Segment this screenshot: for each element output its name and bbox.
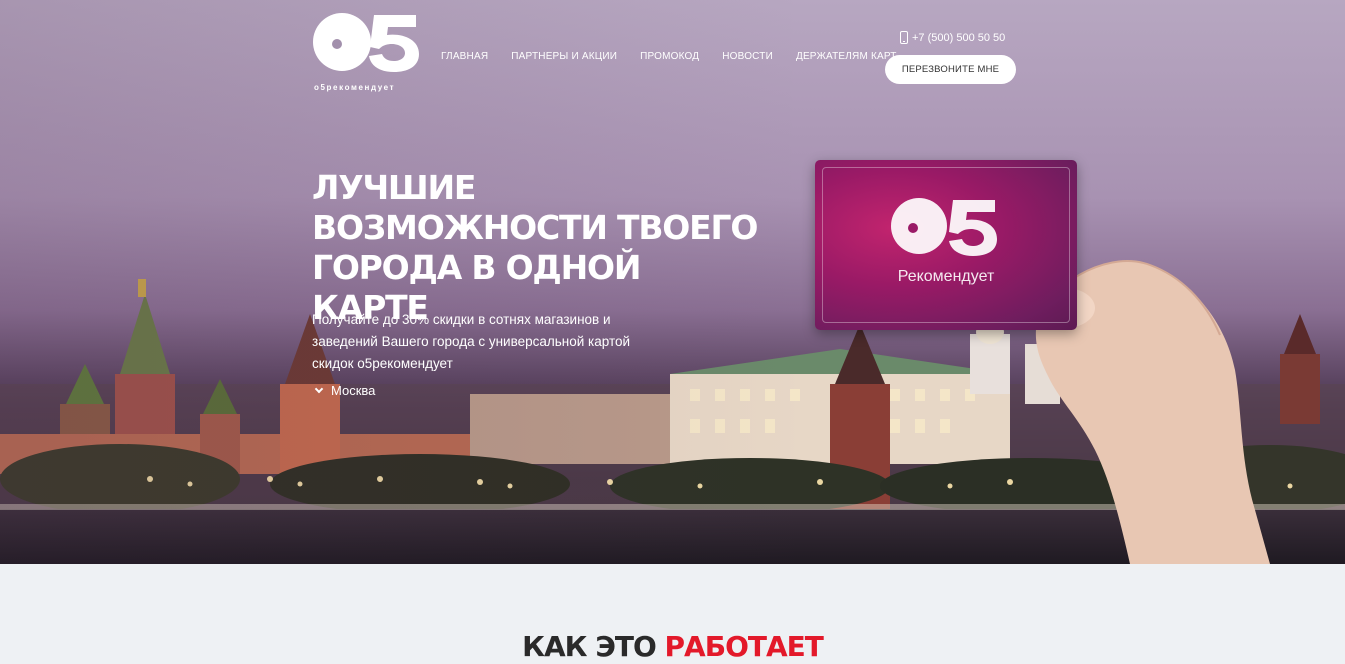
main-nav: Главная Партнеры и акции Промокод Новост… [441,51,897,62]
logo-subtitle: o5рекомендует [314,83,396,92]
discount-card-image: Рекомендует [815,160,1077,330]
card-logo-icon [891,198,997,256]
callback-button[interactable]: Перезвоните мне [885,55,1016,84]
site-logo[interactable]: o5рекомендует [312,12,420,92]
how-it-works-section: Как это работает [0,564,1345,664]
chevron-down-icon [314,384,324,393]
city-selector[interactable]: Москва [314,383,376,398]
phone-icon [900,31,908,44]
hero-description: Получайте до 30% скидки в сотнях магазин… [312,312,631,371]
section-title: Как это работает [0,630,1345,663]
nav-item-home[interactable]: Главная [441,51,488,62]
o5-logo-icon [313,13,419,72]
section-title-part1: Как это [522,630,657,663]
phone-number: +7 (500) 500 50 50 [912,31,1006,44]
nav-item-news[interactable]: Новости [722,51,773,62]
card-text: Рекомендует [897,268,995,285]
nav-item-cardholders[interactable]: Держателям карт [796,51,897,62]
city-label: Москва [331,383,376,398]
section-title-part2: работает [664,630,824,663]
nav-item-promocode[interactable]: Промокод [640,51,699,62]
hero-headline: Лучшие возможности твоего города в одной… [312,168,758,327]
nav-item-partners[interactable]: Партнеры и акции [511,51,617,62]
phone-link[interactable]: +7 (500) 500 50 50 [900,31,1005,44]
